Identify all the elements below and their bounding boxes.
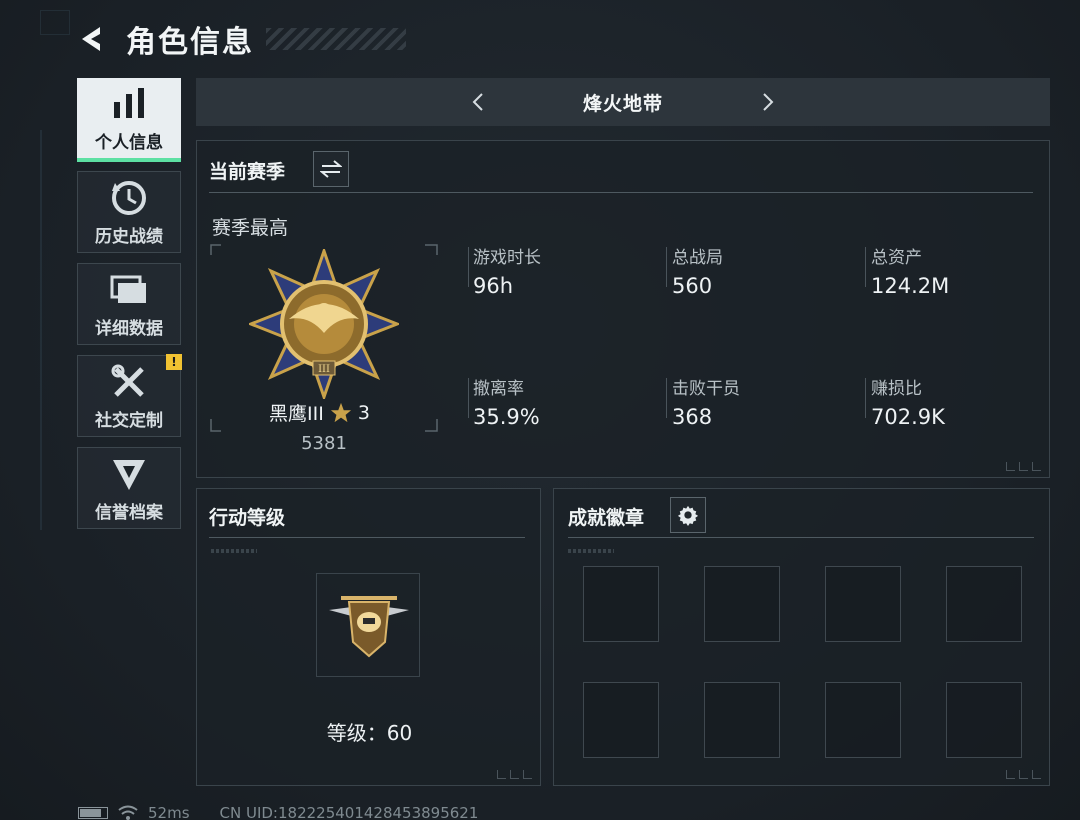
season-best-label: 赛季最高	[212, 217, 289, 239]
folders-icon	[109, 270, 149, 310]
next-mode-button[interactable]	[756, 90, 780, 114]
stripe-decor	[211, 549, 257, 553]
stat-label-extract-rate: 撤离率	[473, 379, 524, 399]
header: 角色信息	[72, 14, 406, 64]
badge-slot[interactable]	[704, 566, 780, 642]
page-title: 角色信息	[126, 25, 254, 60]
gear-icon	[677, 505, 699, 526]
sidebar-item-credit[interactable]: 信誉档案	[77, 447, 181, 529]
stat-separator	[468, 247, 469, 287]
rank-score: 5381	[301, 433, 347, 454]
badge-slot[interactable]	[825, 566, 901, 642]
rank-name-row: 黑鹰III 3	[269, 399, 370, 426]
corner-decor	[1006, 770, 1041, 779]
stat-value-profit-ratio: 702.9K	[871, 405, 945, 429]
back-button[interactable]	[72, 19, 112, 59]
sidebar-item-personal-info[interactable]: 个人信息	[77, 78, 181, 162]
divider	[209, 192, 1033, 193]
wifi-icon	[118, 805, 138, 820]
stat-separator	[865, 378, 866, 418]
sidebar-item-label: 历史战绩	[95, 226, 163, 247]
stat-separator	[468, 378, 469, 418]
prev-mode-button[interactable]	[466, 90, 490, 114]
chevron-left-icon	[472, 93, 483, 111]
stat-value-extract-rate: 35.9%	[473, 405, 540, 429]
battery-icon	[78, 807, 108, 819]
sidebar-item-history[interactable]: 历史战绩	[77, 171, 181, 253]
switch-season-button[interactable]	[313, 151, 349, 187]
badge-slot[interactable]	[946, 566, 1022, 642]
rank-name: 黑鹰III	[269, 403, 324, 425]
level-emblem-frame	[316, 573, 420, 677]
status-bar: 52ms CN UID:18222540142845389​5621	[78, 804, 478, 820]
rank-emblem-icon: III	[249, 249, 399, 399]
alert-badge: !	[166, 354, 182, 370]
sidebar-item-details[interactable]: 详细数据	[77, 263, 181, 345]
emblem-icon	[109, 454, 149, 494]
history-icon	[109, 178, 149, 218]
achievements-panel: 成就徽章	[553, 488, 1050, 786]
ping-text: 52ms	[148, 804, 190, 820]
divider	[209, 537, 525, 538]
stat-separator	[666, 378, 667, 418]
stripe-decor	[568, 549, 614, 553]
tools-icon	[109, 362, 149, 402]
stat-value-assets: 124.2M	[871, 274, 950, 298]
stat-label-profit-ratio: 赚损比	[871, 379, 922, 399]
uid-text: CN UID:18222540142845389​5621	[219, 804, 479, 820]
corner-decor	[1006, 462, 1041, 471]
sidebar-item-social[interactable]: ! 社交定制	[77, 354, 182, 437]
badge-slot[interactable]	[946, 682, 1022, 758]
bar-chart-icon	[109, 84, 149, 124]
rank-stars: 3	[357, 401, 370, 424]
stat-separator	[666, 247, 667, 287]
sidebar-item-label: 详细数据	[95, 318, 163, 339]
sidebar-item-label: 个人信息	[95, 132, 163, 153]
stat-label-playtime: 游戏时长	[473, 248, 541, 268]
stat-value-matches: 560	[672, 274, 713, 298]
badge-slot[interactable]	[583, 682, 659, 758]
svg-text:III: III	[318, 364, 330, 375]
decor-frame	[40, 10, 70, 35]
badge-slot[interactable]	[583, 566, 659, 642]
helicopter-badge-icon	[329, 596, 409, 658]
action-level-title: 行动等级	[209, 507, 286, 529]
badge-slot[interactable]	[704, 682, 780, 758]
stat-label-assets: 总资产	[871, 248, 922, 268]
swap-icon	[320, 160, 342, 178]
level-text: 等级：60	[326, 721, 413, 745]
screen: 角色信息 个人信息 历史战绩 详细数据 ! 社交定制 信誉档案 烽火地带 当前赛…	[0, 0, 1080, 820]
stat-separator	[865, 247, 866, 287]
stat-label-matches: 总战局	[672, 248, 723, 268]
stat-value-playtime: 96h	[473, 274, 514, 298]
corner-decor	[497, 770, 532, 779]
action-level-panel: 行动等级 等级：60	[196, 488, 541, 786]
achievements-title: 成就徽章	[568, 507, 645, 529]
badge-slot[interactable]	[825, 682, 901, 758]
stat-value-kills: 368	[672, 405, 713, 429]
season-title: 当前赛季	[209, 161, 286, 183]
sidebar-item-label: 社交定制	[95, 410, 163, 431]
season-panel: 当前赛季 赛季最高 III 黑鹰III 3 5381 游戏时长 96h 总战局 …	[196, 140, 1050, 478]
decor-line	[40, 130, 42, 530]
sidebar-item-label: 信誉档案	[95, 502, 163, 523]
mode-title: 烽火地带	[582, 92, 663, 115]
title-stripes-decor	[266, 28, 406, 50]
stat-label-kills: 击败干员	[672, 379, 740, 399]
star-icon	[330, 402, 351, 422]
back-arrow-icon	[82, 27, 100, 51]
mode-selector: 烽火地带	[196, 78, 1050, 126]
chevron-right-icon	[763, 93, 774, 111]
achievement-settings-button[interactable]	[670, 497, 706, 533]
divider	[568, 537, 1034, 538]
